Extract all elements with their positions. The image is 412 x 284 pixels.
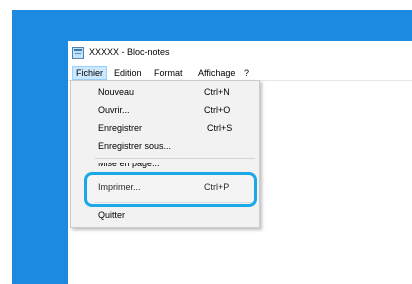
title-bar: XXXXX - Bloc-notes — [68, 41, 412, 65]
menu-affichage[interactable]: Affichage — [195, 66, 238, 80]
menu-item-ouvrir[interactable]: Ouvrir... Ctrl+O — [71, 101, 259, 119]
menu-item-enregistrer[interactable]: Enregistrer Ctrl+S — [71, 119, 259, 137]
menu-item-shortcut: Ctrl+S — [207, 123, 233, 133]
menu-bar: Fichier Edition Format Affichage ? — [68, 66, 412, 81]
menu-item-enregistrer-sous[interactable]: Enregistrer sous... — [71, 137, 259, 155]
menu-item-label: Mise en page... — [98, 163, 160, 168]
menu-separator — [95, 158, 255, 159]
menu-item-shortcut: Ctrl+N — [204, 87, 230, 97]
window-title: XXXXX - Bloc-notes — [89, 47, 170, 57]
menu-item-label: Nouveau — [98, 87, 135, 97]
menu-fichier[interactable]: Fichier — [72, 66, 108, 80]
menu-edition[interactable]: Edition — [111, 66, 145, 80]
menu-item-label: Enregistrer — [98, 123, 143, 133]
menu-item-shortcut: Ctrl+O — [204, 105, 231, 115]
menu-help[interactable]: ? — [241, 66, 252, 80]
menu-item-label: Ouvrir... — [98, 105, 130, 115]
menu-item-label: Enregistrer sous... — [98, 141, 172, 151]
highlight-ring — [84, 172, 257, 207]
notepad-icon — [72, 47, 84, 59]
menu-item-nouveau[interactable]: Nouveau Ctrl+N — [71, 83, 259, 101]
menu-item-label: Quitter — [98, 210, 126, 220]
menu-item-quitter[interactable]: Quitter — [71, 206, 259, 224]
menu-item-mise-en-page[interactable]: Mise en page... — [71, 163, 259, 172]
menu-format[interactable]: Format — [151, 66, 186, 80]
